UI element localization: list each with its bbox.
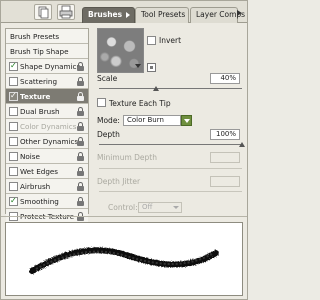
sidebar-item-texture[interactable]: Texture <box>6 89 88 104</box>
sidebar-item-label: Smoothing <box>20 197 59 206</box>
sidebar-item-brush-tip-shape[interactable]: Brush Tip Shape <box>6 44 88 59</box>
tab-arrow-icon <box>126 12 130 18</box>
sidebar-item-color-dynamics[interactable]: Color Dynamics <box>6 119 88 134</box>
scale-slider[interactable] <box>99 88 242 89</box>
tab-tool-presets-label: Tool Presets <box>141 10 186 19</box>
scattering-checkbox[interactable] <box>9 77 18 86</box>
lock-icon[interactable] <box>77 122 84 131</box>
chevron-down-icon <box>173 206 179 209</box>
tab-tool-presets[interactable]: Tool Presets <box>135 7 189 23</box>
divider <box>1 216 247 217</box>
texture-each-tip-box[interactable] <box>97 98 106 107</box>
new-preset-icon[interactable] <box>147 63 156 72</box>
depth-jitter-field <box>210 176 240 187</box>
lock-icon[interactable] <box>77 182 84 191</box>
depth-slider[interactable] <box>99 144 242 145</box>
depth-jitter-slider <box>99 191 242 192</box>
lock-icon[interactable] <box>77 137 84 146</box>
sidebar-item-brush-presets[interactable]: Brush Presets <box>6 29 88 44</box>
smoothing-checkbox[interactable] <box>9 195 18 207</box>
sidebar-item-label: Airbrush <box>20 182 51 191</box>
sidebar-item-label: Color Dynamics <box>20 122 77 131</box>
invert-checkbox-box[interactable] <box>147 36 156 45</box>
printer-icon[interactable] <box>57 4 75 20</box>
minimum-depth-slider <box>99 168 242 169</box>
sidebar-item-label: Texture <box>20 92 51 101</box>
sidebar-item-scattering[interactable]: Scattering <box>6 74 88 89</box>
lock-icon[interactable] <box>77 107 84 116</box>
lock-icon[interactable] <box>77 152 84 161</box>
shape-dynamics-checkbox[interactable] <box>9 60 18 72</box>
chevron-down-icon[interactable] <box>135 64 141 68</box>
other-dynamics-checkbox[interactable] <box>9 137 18 146</box>
sidebar-item-label: Dual Brush <box>20 107 60 116</box>
sidebar-item-label: Shape Dynamics <box>20 62 81 71</box>
brushes-panel: Brushes Tool Presets Layer Comps Brush P… <box>0 0 248 300</box>
depth-field[interactable]: 100% <box>210 129 240 140</box>
sidebar-item-label: Noise <box>20 152 40 161</box>
control-select: Off <box>138 202 182 213</box>
tab-layer-comps[interactable]: Layer Comps <box>190 7 245 23</box>
sidebar-item-dual-brush[interactable]: Dual Brush <box>6 104 88 119</box>
control-select-value: Off <box>142 203 153 211</box>
depth-jitter-label: Depth Jitter <box>97 177 141 186</box>
tab-brushes[interactable]: Brushes <box>82 7 135 23</box>
noise-checkbox[interactable] <box>9 152 18 161</box>
sidebar-item-noise[interactable]: Noise <box>6 149 88 164</box>
wet-edges-checkbox[interactable] <box>9 167 18 176</box>
sidebar-item-label: Brush Presets <box>10 32 60 41</box>
lock-icon[interactable] <box>77 197 84 206</box>
sidebar-item-other-dynamics[interactable]: Other Dynamics <box>6 134 88 149</box>
sidebar-item-label: Wet Edges <box>20 167 59 176</box>
scale-field[interactable]: 40% <box>210 73 240 84</box>
color-dynamics-checkbox[interactable] <box>9 122 18 131</box>
sidebar-item-wet-edges[interactable]: Wet Edges <box>6 164 88 179</box>
texture-each-tip-label: Texture Each Tip <box>109 99 171 108</box>
chevron-down-icon[interactable] <box>181 115 192 126</box>
sidebar-item-shape-dynamics[interactable]: Shape Dynamics <box>6 59 88 74</box>
invert-label: Invert <box>159 36 182 45</box>
lock-icon[interactable] <box>77 62 84 71</box>
mode-select[interactable]: Color Burn <box>123 115 192 126</box>
sidebar-item-airbrush[interactable]: Airbrush <box>6 179 88 194</box>
control-label: Control: <box>108 203 138 212</box>
depth-label: Depth <box>97 130 120 139</box>
sidebar-item-label: Other Dynamics <box>20 137 79 146</box>
lock-icon[interactable] <box>77 92 84 101</box>
depth-slider-thumb[interactable] <box>239 142 245 147</box>
brush-options-list: Brush Presets Brush Tip Shape Shape Dyna… <box>5 28 89 224</box>
sidebar-item-label: Scattering <box>20 77 58 86</box>
tab-strip: Brushes Tool Presets Layer Comps <box>1 1 247 23</box>
airbrush-checkbox[interactable] <box>9 182 18 191</box>
dual-brush-checkbox[interactable] <box>9 107 18 116</box>
tab-brushes-label: Brushes <box>88 10 123 19</box>
brush-stroke-preview <box>5 222 243 296</box>
minimum-depth-field <box>210 152 240 163</box>
panel-menu-arrow-icon[interactable] <box>237 10 242 16</box>
sidebar-item-label: Brush Tip Shape <box>10 47 69 56</box>
mode-label: Mode: <box>97 116 120 125</box>
scale-slider-thumb[interactable] <box>153 86 160 91</box>
lock-icon[interactable] <box>77 167 84 176</box>
sidebar-item-smoothing[interactable]: Smoothing <box>6 194 88 209</box>
scale-label: Scale <box>97 74 118 83</box>
minimum-depth-label: Minimum Depth <box>97 153 157 162</box>
texture-checkbox[interactable] <box>9 90 18 102</box>
mode-select-value: Color Burn <box>127 116 164 124</box>
lock-icon[interactable] <box>77 77 84 86</box>
documents-icon[interactable] <box>34 4 52 20</box>
brush-stroke-preview-image <box>29 247 219 274</box>
